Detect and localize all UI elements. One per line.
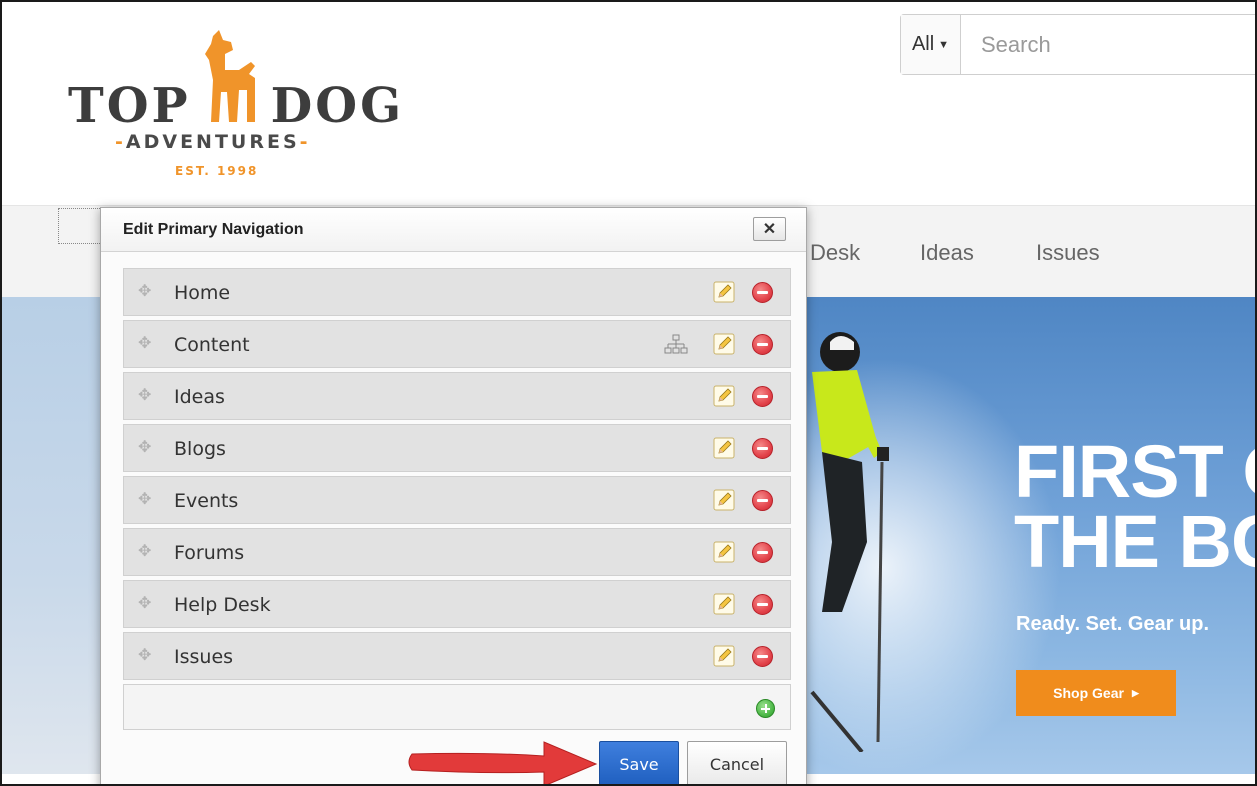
pencil-icon[interactable] — [712, 488, 736, 512]
remove-icon[interactable] — [752, 542, 773, 563]
page-frame: TOP DOG -ADVENTURES- EST. 1998 All ▼ Desk… — [0, 0, 1257, 786]
hero-title: FIRST C THE BO — [1014, 430, 1255, 583]
close-button[interactable]: ✕ — [753, 217, 786, 241]
nav-list-item[interactable]: ✥ Content — [123, 320, 791, 368]
remove-icon[interactable] — [752, 282, 773, 303]
remove-icon[interactable] — [752, 646, 773, 667]
nav-list-item-label: Help Desk — [174, 594, 271, 616]
remove-icon[interactable] — [752, 334, 773, 355]
nav-list-item-label: Events — [174, 490, 239, 512]
hero-title-line1: FIRST C — [1014, 430, 1255, 513]
logo-subtitle: -ADVENTURES- — [115, 131, 311, 153]
caret-down-icon: ▼ — [938, 38, 950, 51]
close-icon: ✕ — [762, 221, 777, 238]
nav-list-item-label: Content — [174, 334, 250, 356]
shop-gear-button[interactable]: Shop Gear ▶ — [1016, 670, 1176, 716]
search-scope-label: All — [911, 33, 935, 55]
nav-item-ideas[interactable]: Ideas — [920, 240, 974, 266]
nav-list-item[interactable]: ✥ Events — [123, 476, 791, 524]
nav-list-item[interactable]: ✥ Issues — [123, 632, 791, 680]
remove-icon[interactable] — [752, 490, 773, 511]
drag-handle-icon[interactable]: ✥ — [138, 491, 156, 509]
drag-handle-icon[interactable]: ✥ — [138, 387, 156, 405]
nav-list-item-label: Issues — [174, 646, 234, 668]
add-item-row — [123, 684, 791, 730]
nav-list-item-label: Ideas — [174, 386, 225, 408]
pencil-icon[interactable] — [712, 280, 736, 304]
nav-list-item[interactable]: ✥ Blogs — [123, 424, 791, 472]
shop-gear-label: Shop Gear — [1053, 685, 1124, 701]
hero-title-line2: THE BO — [1014, 500, 1255, 583]
nav-list-item-label: Home — [174, 282, 231, 304]
nav-list-item[interactable]: ✥ Home — [123, 268, 791, 316]
remove-icon[interactable] — [752, 438, 773, 459]
search-scope-dropdown[interactable]: All ▼ — [901, 15, 961, 74]
drag-handle-icon[interactable]: ✥ — [138, 647, 156, 665]
nav-item-desk[interactable]: Desk — [810, 240, 860, 266]
save-button[interactable]: Save — [599, 741, 679, 784]
dialog-header: Edit Primary Navigation ✕ — [101, 208, 806, 252]
search-input[interactable] — [961, 15, 1255, 74]
search-bar: All ▼ — [900, 14, 1255, 75]
drag-handle-icon[interactable]: ✥ — [138, 283, 156, 301]
pencil-icon[interactable] — [712, 644, 736, 668]
dialog-title: Edit Primary Navigation — [123, 221, 304, 238]
annotation-arrow-icon — [408, 741, 598, 784]
nav-item-list: ✥ Home ✥ Content ✥ Ideas ✥ Blogs ✥ Event… — [123, 268, 791, 730]
pencil-icon[interactable] — [712, 436, 736, 460]
hero-subtitle: Ready. Set. Gear up. — [1016, 613, 1210, 635]
edit-navigation-dialog: Edit Primary Navigation ✕ ✥ Home ✥ Conte… — [100, 207, 807, 784]
add-icon[interactable] — [756, 699, 775, 718]
drag-handle-icon[interactable]: ✥ — [138, 543, 156, 561]
nav-list-item[interactable]: ✥ Forums — [123, 528, 791, 576]
nav-list-item-label: Blogs — [174, 438, 226, 460]
pencil-icon[interactable] — [712, 332, 736, 356]
drag-handle-icon[interactable]: ✥ — [138, 595, 156, 613]
drag-handle-icon[interactable]: ✥ — [138, 335, 156, 353]
caret-right-icon: ▶ — [1131, 687, 1139, 698]
pencil-icon[interactable] — [712, 592, 736, 616]
pencil-icon[interactable] — [712, 384, 736, 408]
drag-handle-icon[interactable]: ✥ — [138, 439, 156, 457]
pencil-icon[interactable] — [712, 540, 736, 564]
nav-list-item[interactable]: ✥ Help Desk — [123, 580, 791, 628]
nav-item-issues[interactable]: Issues — [1036, 240, 1100, 266]
dog-icon — [205, 30, 255, 122]
remove-icon[interactable] — [752, 594, 773, 615]
logo-word-top: TOP — [68, 78, 191, 134]
site-logo[interactable]: TOP DOG -ADVENTURES- EST. 1998 — [68, 30, 428, 190]
logo-word-dog: DOG — [270, 78, 405, 134]
remove-icon[interactable] — [752, 386, 773, 407]
cancel-button[interactable]: Cancel — [687, 741, 787, 784]
logo-established: EST. 1998 — [175, 164, 259, 178]
sitemap-icon[interactable] — [664, 334, 688, 356]
nav-list-item-label: Forums — [174, 542, 245, 564]
nav-list-item[interactable]: ✥ Ideas — [123, 372, 791, 420]
logo-sub-text: ADVENTURES — [125, 131, 300, 153]
